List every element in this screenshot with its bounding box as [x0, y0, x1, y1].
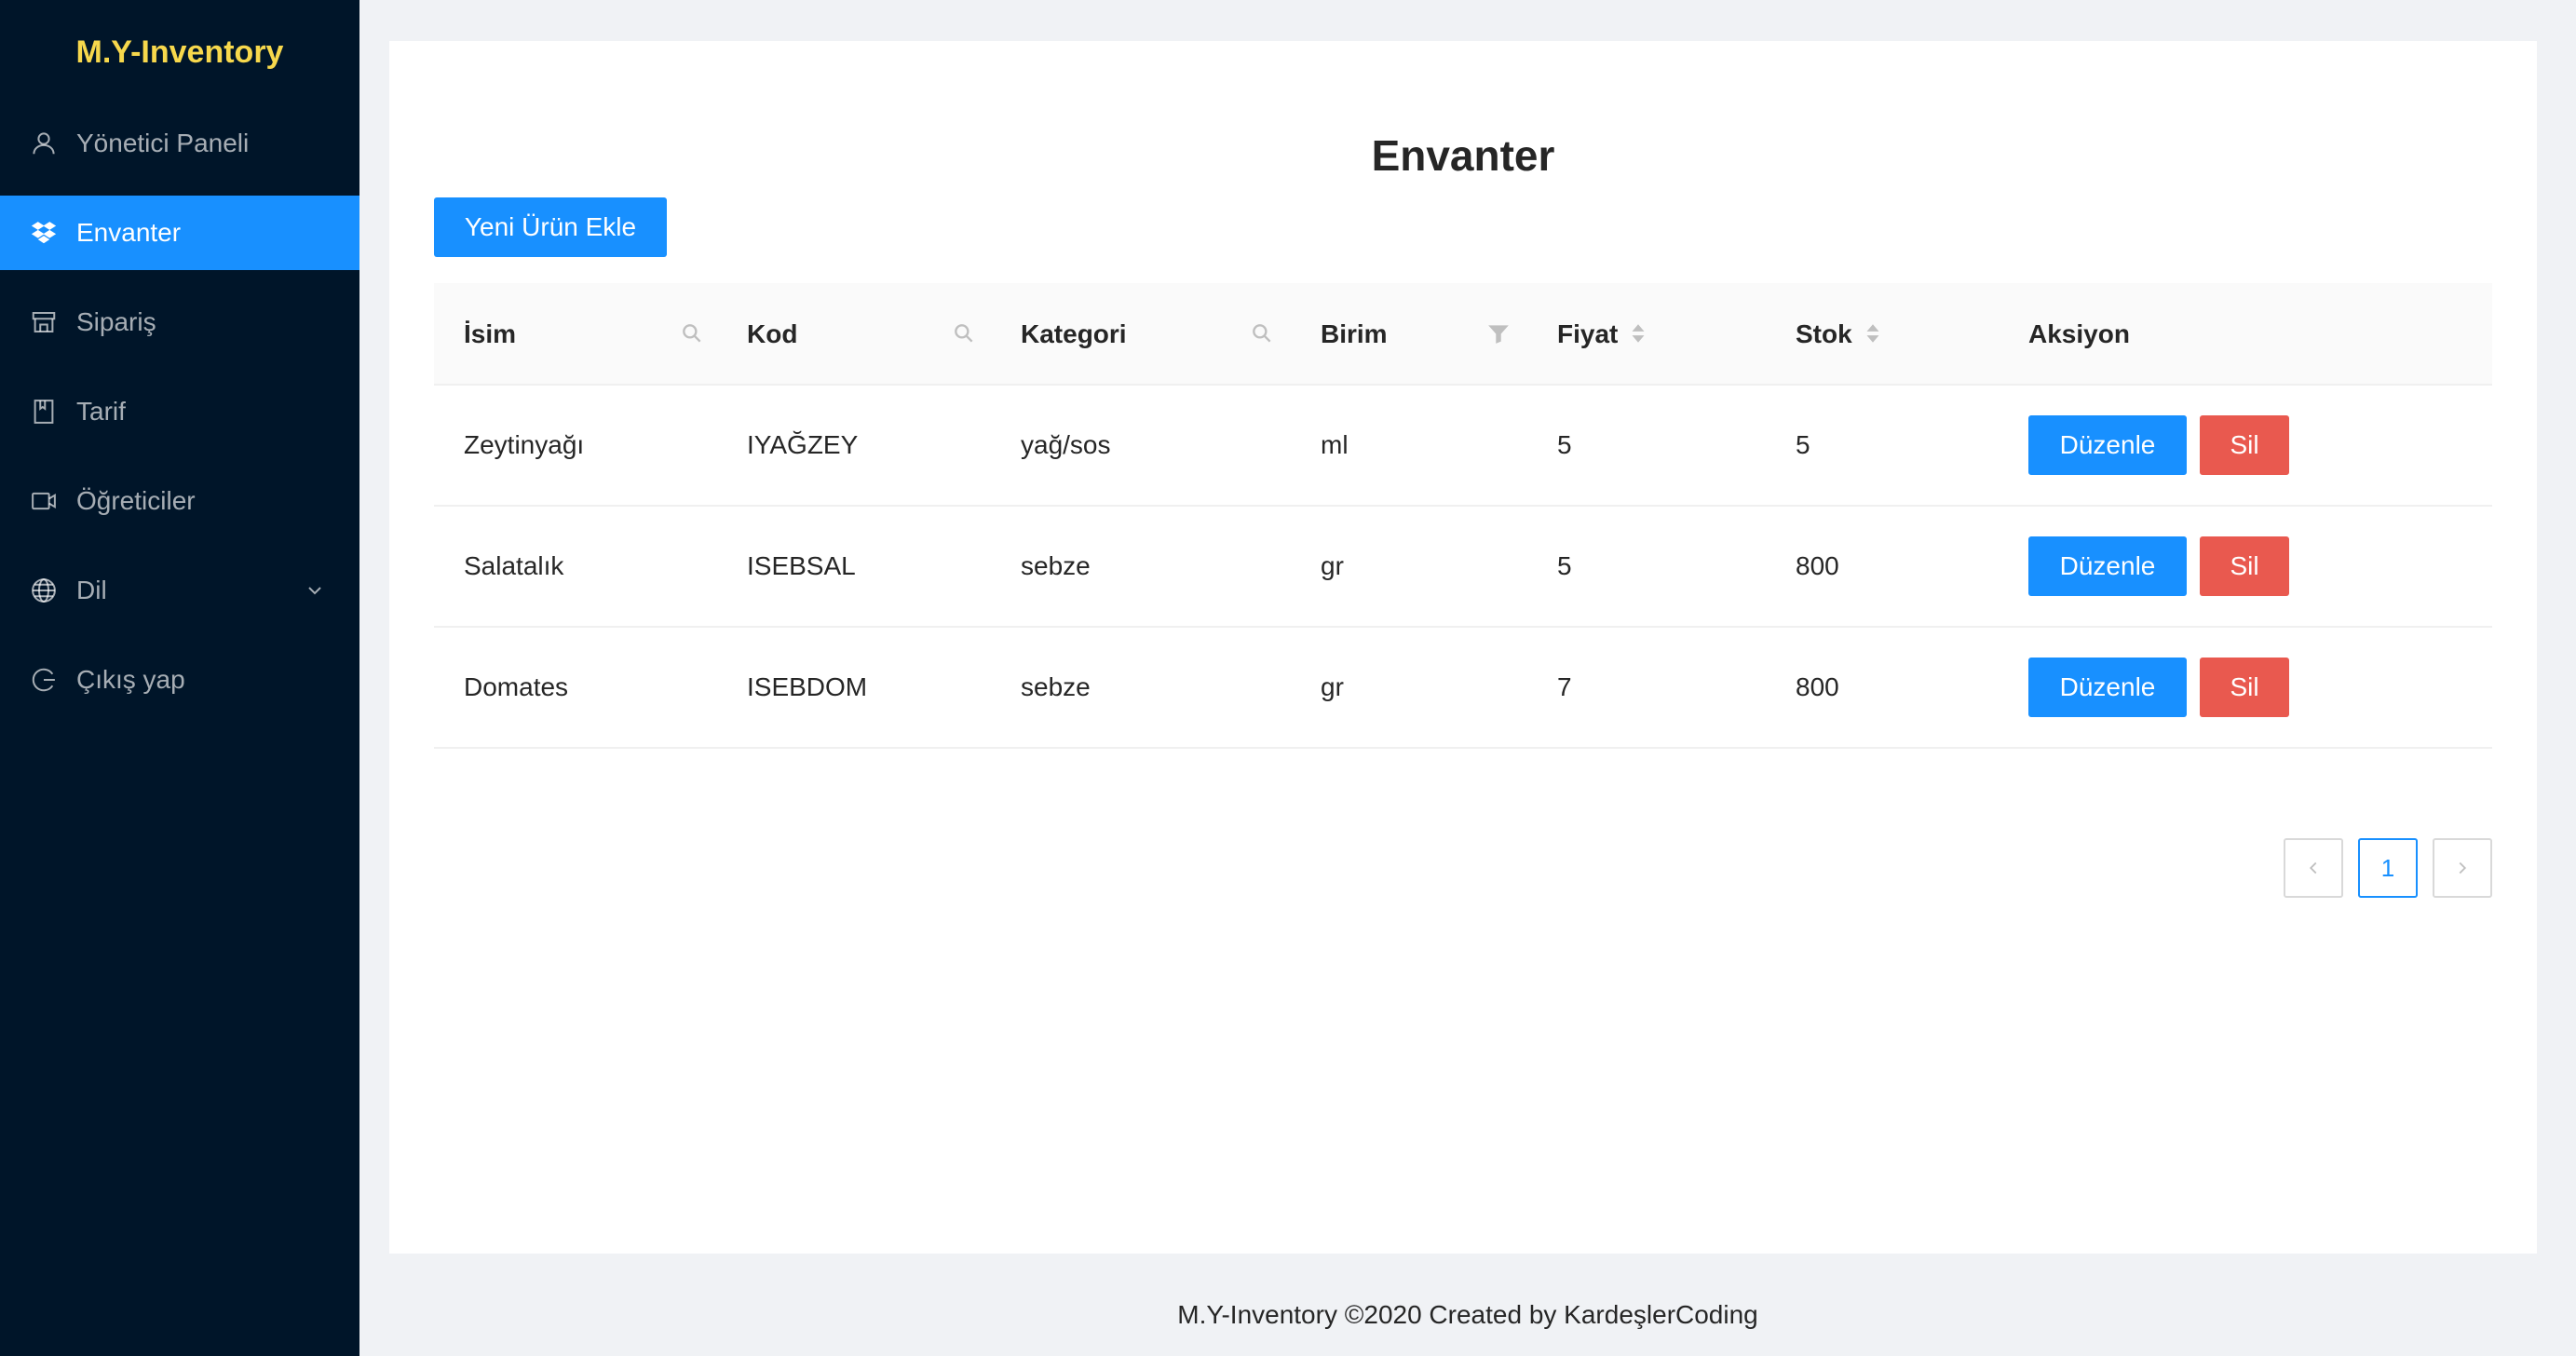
cell-code: IYAĞZEY [747, 430, 859, 459]
book-icon [30, 398, 58, 426]
globe-icon [30, 576, 58, 604]
cell-category: sebze [1021, 672, 1091, 701]
sidebar-item-orders[interactable]: Sipariş [0, 285, 359, 359]
cell-stock: 800 [1796, 551, 1839, 580]
main-content: Envanter Yeni Ürün Ekle İsim Kod Kategor… [389, 41, 2537, 1254]
sidebar-item-label: Dil [76, 576, 107, 604]
sidebar-item-logout[interactable]: Çıkış yap [0, 643, 359, 717]
cell-name: Domates [464, 672, 569, 701]
page-title: Envanter [1371, 131, 1555, 180]
sidebar-item-label: Yönetici Paneli [76, 129, 250, 157]
cell-price: 5 [1557, 551, 1572, 580]
cell-category: yağ/sos [1021, 430, 1111, 459]
search-icon[interactable] [680, 320, 704, 346]
column-header-category: Kategori [1021, 319, 1127, 348]
search-icon[interactable] [1250, 320, 1274, 346]
sort-icon[interactable] [1861, 320, 1885, 346]
filter-icon[interactable] [1486, 320, 1511, 346]
logout-icon [30, 666, 58, 694]
cell-unit: gr [1321, 672, 1344, 701]
sidebar-item-label: Öğreticiler [76, 486, 196, 515]
app-logo[interactable]: M.Y-Inventory [0, 0, 359, 104]
delete-button[interactable]: Sil [2200, 415, 2289, 475]
edit-button[interactable]: Düzenle [2028, 658, 2187, 717]
cell-stock: 800 [1796, 672, 1839, 701]
sidebar-item-label: Envanter [76, 218, 182, 247]
pagination-next-button[interactable] [2433, 838, 2492, 898]
sidebar-item-label: Tarif [76, 397, 126, 426]
cell-code: ISEBSAL [747, 551, 856, 580]
sidebar-item-recipes[interactable]: Tarif [0, 374, 359, 449]
cell-unit: gr [1321, 551, 1344, 580]
cell-category: sebze [1021, 551, 1091, 580]
sidebar-menu: Yönetici Paneli Envanter Sipariş Tarif Ö… [0, 106, 359, 717]
dropbox-icon [30, 219, 58, 247]
column-header-code: Kod [747, 319, 798, 348]
add-product-button[interactable]: Yeni Ürün Ekle [434, 197, 667, 257]
sidebar-item-language[interactable]: Dil [0, 553, 359, 628]
cell-stock: 5 [1796, 430, 1810, 459]
user-icon [30, 129, 58, 157]
sidebar-item-label: Sipariş [76, 307, 156, 336]
column-header-name: İsim [464, 319, 517, 348]
shop-icon [30, 308, 58, 336]
chevron-down-icon [308, 587, 321, 595]
sidebar-item-tutorials[interactable]: Öğreticiler [0, 464, 359, 538]
table-row: Zeytinyağı IYAĞZEY yağ/sos ml 5 5 Düzenl… [434, 386, 2492, 507]
sidebar-item-label: Çıkış yap [76, 665, 185, 694]
search-icon[interactable] [952, 320, 976, 346]
delete-button[interactable]: Sil [2200, 536, 2289, 596]
table-row: Salatalık ISEBSAL sebze gr 5 800 Düzenle… [434, 507, 2492, 628]
cell-code: ISEBDOM [747, 672, 868, 701]
footer-text: M.Y-Inventory ©2020 Created by Kardeşler… [1177, 1300, 1758, 1329]
column-header-unit: Birim [1321, 319, 1388, 348]
sort-icon[interactable] [1626, 320, 1650, 346]
pagination-page-button[interactable]: 1 [2358, 838, 2418, 898]
column-header-stock: Stok [1796, 319, 1852, 348]
video-camera-icon [30, 487, 58, 515]
sidebar-item-inventory[interactable]: Envanter [0, 196, 359, 270]
inventory-table: İsim Kod Kategori Birim Fiyat Stok Aksiy… [434, 283, 2492, 749]
cell-price: 5 [1557, 430, 1572, 459]
pagination-prev-button[interactable] [2284, 838, 2343, 898]
column-header-price: Fiyat [1557, 319, 1619, 348]
cell-name: Zeytinyağı [464, 430, 585, 459]
sidebar: M.Y-Inventory Yönetici Paneli Envanter S… [0, 0, 359, 1356]
sidebar-item-admin-panel[interactable]: Yönetici Paneli [0, 106, 359, 181]
edit-button[interactable]: Düzenle [2028, 536, 2187, 596]
table-row: Domates ISEBDOM sebze gr 7 800 Düzenle S… [434, 628, 2492, 749]
chevron-left-icon [2309, 861, 2317, 875]
cell-name: Salatalık [464, 551, 564, 580]
cell-unit: ml [1321, 430, 1349, 459]
edit-button[interactable]: Düzenle [2028, 415, 2187, 475]
delete-button[interactable]: Sil [2200, 658, 2289, 717]
cell-price: 7 [1557, 672, 1572, 701]
column-header-action: Aksiyon [2028, 319, 2130, 348]
chevron-right-icon [2459, 861, 2467, 875]
table-header: İsim Kod Kategori Birim Fiyat Stok Aksiy… [434, 283, 2492, 386]
